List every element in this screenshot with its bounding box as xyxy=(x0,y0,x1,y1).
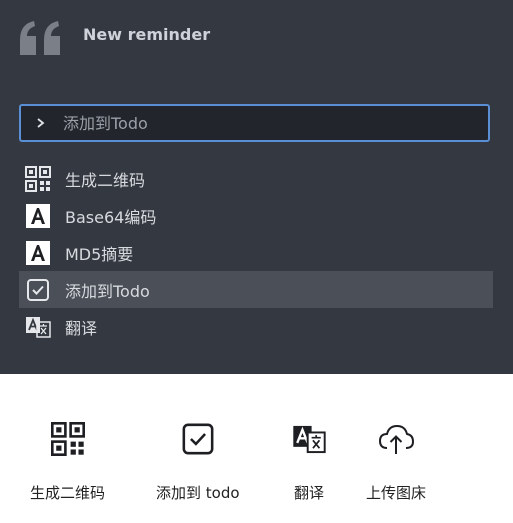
checkbox-icon xyxy=(25,277,51,303)
action-upload-image[interactable]: 上传图床 xyxy=(366,420,426,503)
search-box[interactable] xyxy=(19,104,490,142)
action-label: 翻译 xyxy=(293,484,324,502)
command-label: 添加到Todo xyxy=(65,281,150,301)
chevron-right-icon xyxy=(37,118,45,128)
qr-code-icon xyxy=(49,420,87,458)
command-label: 生成二维码 xyxy=(65,170,146,190)
command-item-md5[interactable]: MD5摘要 xyxy=(19,234,493,271)
command-label: MD5摘要 xyxy=(65,244,134,264)
command-label: 翻译 xyxy=(65,318,98,338)
checkbox-icon xyxy=(179,420,217,458)
launcher-panel: New reminder 生 xyxy=(0,0,513,374)
command-label: Base64编码 xyxy=(65,207,157,227)
action-label: 添加到 todo xyxy=(156,484,240,502)
command-item-qrcode[interactable]: 生成二维码 xyxy=(19,160,493,197)
translate-icon xyxy=(290,420,328,458)
letter-a-icon xyxy=(25,240,51,266)
search-input[interactable] xyxy=(63,113,488,133)
command-item-add-todo[interactable]: 添加到Todo xyxy=(19,271,493,308)
command-item-translate[interactable]: 翻译 xyxy=(19,308,493,345)
command-list: 生成二维码 Base64编码 MD5摘要 添加到Todo 翻译 xyxy=(19,160,493,345)
qr-code-icon xyxy=(25,165,51,192)
translate-icon xyxy=(25,314,51,340)
reminder-title: New reminder xyxy=(83,25,211,44)
letter-a-icon xyxy=(25,203,51,229)
action-translate[interactable]: 翻译 xyxy=(290,420,328,503)
command-item-base64[interactable]: Base64编码 xyxy=(19,197,493,234)
action-label: 生成二维码 xyxy=(30,484,106,502)
quote-icon xyxy=(20,21,60,55)
cloud-upload-icon xyxy=(377,420,415,458)
action-qrcode[interactable]: 生成二维码 xyxy=(30,420,105,503)
action-add-todo[interactable]: 添加到 todo xyxy=(156,420,240,503)
action-bar: 生成二维码 添加到 todo 翻译 上传图床 xyxy=(0,374,513,523)
action-label: 上传图床 xyxy=(366,484,427,502)
